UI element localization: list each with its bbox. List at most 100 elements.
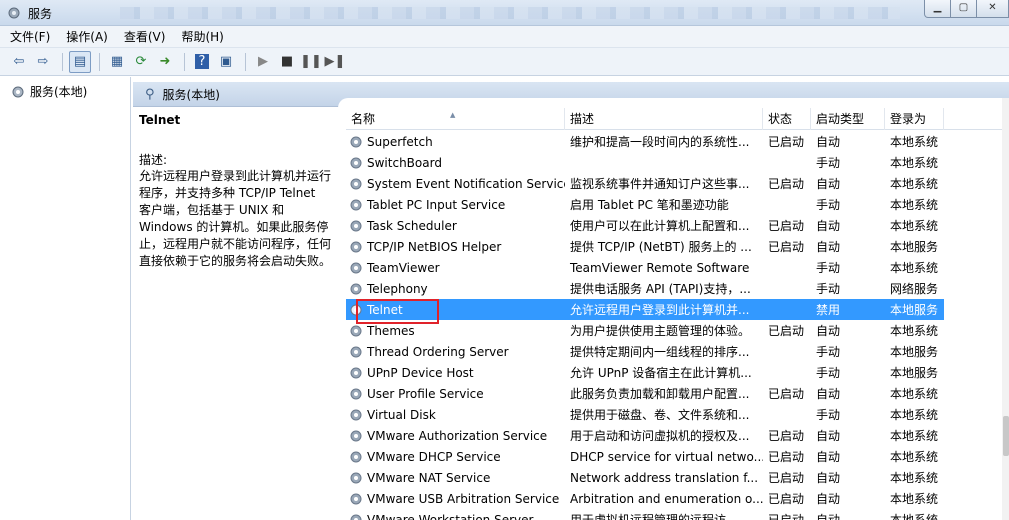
service-gear-icon	[350, 388, 362, 399]
column-header-state[interactable]: 状态	[763, 108, 811, 130]
table-header: 名称 ▲ 描述 状态 启动类型 登录为	[346, 108, 1009, 130]
table-row[interactable]: Task Scheduler 使用户可以在此计算机上配置和... 已启动 自动 本地系统	[346, 215, 1009, 236]
table-row[interactable]: VMware NAT Service Network address transl…	[346, 467, 1009, 488]
properties-icon[interactable]: ▦	[106, 51, 128, 73]
column-header-name[interactable]: 名称 ▲	[346, 108, 565, 130]
column-header-logon-as[interactable]: 登录为	[885, 108, 944, 130]
service-state-cell: 已启动	[768, 324, 805, 338]
service-description-cell: TeamViewer Remote Software	[570, 260, 750, 275]
close-button[interactable]: ✕	[976, 0, 1009, 18]
service-name-cell: VMware USB Arbitration Service	[346, 492, 565, 506]
restart-icon[interactable]: ▶❚	[324, 51, 346, 73]
selected-service-name: Telnet	[139, 113, 181, 127]
table-row[interactable]: Thread Ordering Server 提供特定期间内一组线程的排序... 手…	[346, 341, 1009, 362]
table-row[interactable]: VMware DHCP Service DHCP service for virt…	[346, 446, 1009, 467]
table-row[interactable]: VMware USB Arbitration Service Arbitratio…	[346, 488, 1009, 509]
column-header-description[interactable]: 描述	[565, 108, 763, 130]
table-row[interactable]: TeamViewer TeamViewer Remote Software 手动 本地…	[346, 257, 1009, 278]
description-text: 允许远程用户登录到此计算机并运行程序，并支持多种 TCP/IP Telnet 客…	[139, 169, 332, 268]
table-row[interactable]: Telephony 提供电话服务 API (TAPI)支持，... 手动 网络服务	[346, 278, 1009, 299]
service-name-cell: SwitchBoard	[346, 156, 565, 170]
service-startup-type-cell: 自动	[816, 177, 841, 191]
sort-up-icon: ▲	[450, 111, 456, 119]
service-startup-type-cell: 手动	[816, 156, 841, 170]
menu-help[interactable]: 帮助(H)	[181, 28, 223, 45]
maximize-button[interactable]: ▢	[950, 0, 977, 18]
table-row[interactable]: VMware Workstation Server 用于虚拟机远程管理的远程访..…	[346, 509, 1009, 520]
table-row[interactable]: System Event Notification Service 监视系统事件并…	[346, 173, 1009, 194]
service-startup-type-cell: 自动	[816, 429, 841, 443]
table-row[interactable]: User Profile Service 此服务负责加载和卸载用户配置... 已启动…	[346, 383, 1009, 404]
console-tree: 服务(本地)	[0, 77, 131, 520]
service-gear-icon	[350, 220, 362, 231]
service-logon-cell: 本地服务	[890, 303, 939, 317]
service-gear-icon	[350, 283, 362, 294]
service-logon-cell: 本地服务	[890, 240, 939, 254]
table-rows: Superfetch 维护和提高一段时间内的系统性... 已启动 自动 本地系统 Swit…	[346, 131, 1009, 520]
table-row[interactable]: SwitchBoard 手动 本地系统	[346, 152, 1009, 173]
service-state-cell: 已启动	[768, 135, 805, 149]
service-description-cell: DHCP service for virtual netwo...	[570, 449, 763, 464]
service-logon-cell: 本地服务	[890, 366, 939, 380]
help-icon[interactable]: ?	[191, 51, 213, 73]
stop-icon[interactable]: ■	[276, 51, 298, 73]
details-icon[interactable]: ▣	[215, 51, 237, 73]
service-startup-type-cell: 自动	[816, 135, 841, 149]
service-gear-icon	[350, 241, 362, 252]
column-header-startup-type[interactable]: 启动类型	[811, 108, 885, 130]
toolbar-separator	[245, 52, 246, 71]
service-name-cell: Task Scheduler	[346, 219, 565, 233]
service-name-cell: VMware Authorization Service	[346, 429, 565, 443]
pause-icon[interactable]: ❚❚	[300, 51, 322, 73]
service-startup-type-cell: 手动	[816, 261, 841, 275]
service-description-cell: 提供特定期间内一组线程的排序...	[570, 345, 750, 359]
service-gear-icon	[350, 514, 362, 520]
table-row[interactable]: Tablet PC Input Service 启用 Tablet PC 笔和墨迹…	[346, 194, 1009, 215]
service-logon-cell: 本地系统	[890, 156, 939, 170]
table-row[interactable]: TCP/IP NetBIOS Helper 提供 TCP/IP (NetBT) 服…	[346, 236, 1009, 257]
service-name-cell: Virtual Disk	[346, 408, 565, 422]
vertical-scrollbar[interactable]	[1002, 98, 1009, 520]
minimize-button[interactable]: ▁	[924, 0, 951, 18]
title-bar-blur	[120, 7, 900, 19]
service-gear-icon	[350, 199, 362, 210]
service-gear-icon	[350, 367, 362, 378]
menu-view[interactable]: 查看(V)	[124, 28, 166, 45]
service-logon-cell: 本地系统	[890, 408, 939, 422]
service-name-cell: VMware DHCP Service	[346, 450, 565, 464]
service-startup-type-cell: 自动	[816, 450, 841, 464]
back-arrow-icon[interactable]: ⇦	[8, 51, 30, 73]
refresh-icon[interactable]: ⟳	[130, 51, 152, 73]
scrollbar-thumb[interactable]	[1003, 416, 1009, 456]
service-name-cell: Telephony	[346, 282, 565, 296]
service-description-cell: Network address translation f...	[570, 470, 759, 485]
description-label: 描述:	[139, 153, 168, 167]
service-logon-cell: 本地系统	[890, 471, 939, 485]
service-startup-type-cell: 手动	[816, 408, 841, 422]
service-logon-cell: 本地系统	[890, 177, 939, 191]
menu-bar: 文件(F) 操作(A) 查看(V) 帮助(H)	[0, 26, 1009, 48]
table-row[interactable]: UPnP Device Host 允许 UPnP 设备宿主在此计算机... 手动 本地…	[346, 362, 1009, 383]
service-name-cell: TCP/IP NetBIOS Helper	[346, 240, 565, 254]
service-state-cell: 已启动	[768, 492, 805, 506]
service-startup-type-cell: 手动	[816, 345, 841, 359]
tree-item-label: 服务(本地)	[30, 85, 88, 99]
play-icon[interactable]: ▶	[252, 51, 274, 73]
service-name-cell: Thread Ordering Server	[346, 345, 565, 359]
title-bar: 服务 ▁ ▢ ✕	[0, 0, 1009, 26]
table-row[interactable]: VMware Authorization Service 用于启动和访问虚拟机的授…	[346, 425, 1009, 446]
service-gear-icon	[350, 430, 362, 441]
export-icon[interactable]: ➜	[154, 51, 176, 73]
service-logon-cell: 本地系统	[890, 198, 939, 212]
tree-item-services-local[interactable]: 服务(本地)	[10, 83, 87, 100]
show-tree-icon[interactable]: ▤	[69, 50, 91, 73]
table-row[interactable]: Superfetch 维护和提高一段时间内的系统性... 已启动 自动 本地系统	[346, 131, 1009, 152]
service-description-cell: 用于虚拟机远程管理的远程访...	[570, 513, 738, 520]
menu-file[interactable]: 文件(F)	[10, 28, 50, 45]
menu-action[interactable]: 操作(A)	[66, 28, 108, 45]
service-description-cell: 启用 Tablet PC 笔和墨迹功能	[570, 198, 729, 212]
forward-arrow-icon[interactable]: ⇨	[32, 51, 54, 73]
table-row[interactable]: Virtual Disk 提供用于磁盘、卷、文件系统和... 手动 本地系统	[346, 404, 1009, 425]
table-row[interactable]: Themes 为用户提供使用主题管理的体验。 已启动 自动 本地系统	[346, 320, 1009, 341]
window-title: 服务	[28, 7, 53, 21]
